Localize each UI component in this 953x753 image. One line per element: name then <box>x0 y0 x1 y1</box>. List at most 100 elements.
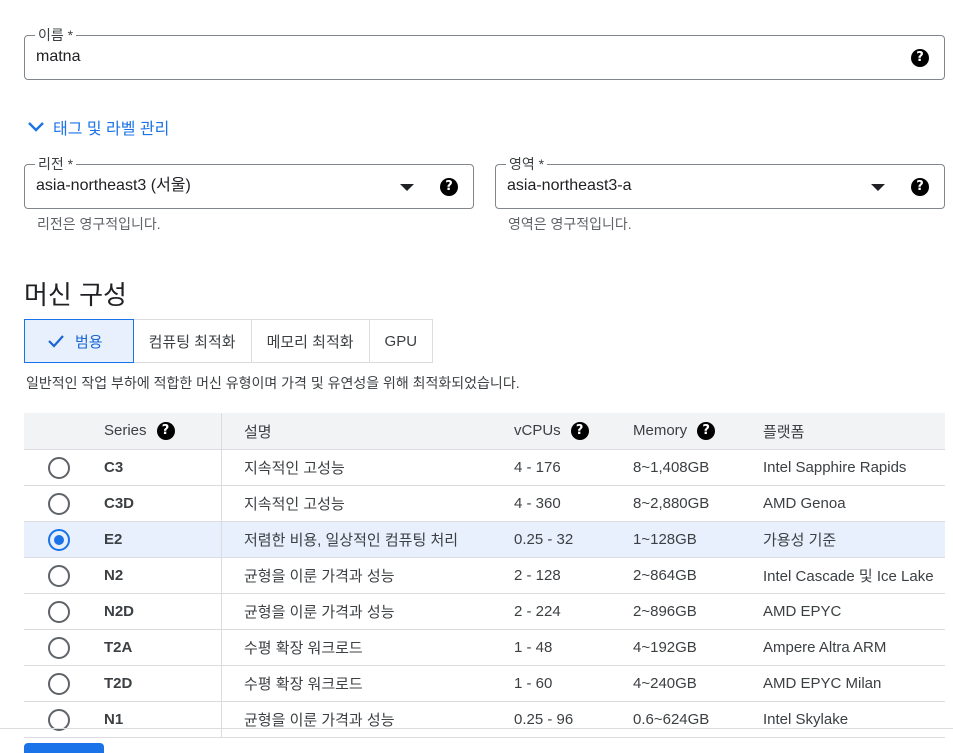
radio-button[interactable] <box>48 564 70 587</box>
series-cell: N2 <box>104 557 222 594</box>
tab-label: 메모리 최적화 <box>266 333 354 351</box>
platform-cell: AMD EPYC Milan <box>763 665 945 702</box>
memory-cell: 4~240GB <box>633 665 763 702</box>
platform-cell: 가용성 기준 <box>763 521 945 558</box>
vcpus-cell: 4 - 176 <box>514 449 633 486</box>
description-cell: 수평 확장 워크로드 <box>221 629 514 666</box>
divider <box>0 728 953 729</box>
table-row[interactable]: N1 균형을 이룬 가격과 성능 0.25 - 96 0.6~624GB Intel S… <box>24 701 945 738</box>
table-row[interactable]: C3 지속적인 고성능 4 - 176 8~1,408GB Intel Sapphire… <box>24 449 945 486</box>
memory-cell: 4~192GB <box>633 629 763 666</box>
platform-header: 플랫폼 <box>763 413 945 450</box>
dropdown-arrow-icon[interactable] <box>400 184 414 191</box>
series-header-label: Series <box>104 421 147 439</box>
help-icon[interactable]: ? <box>570 422 589 441</box>
radio-button[interactable] <box>48 492 70 515</box>
platform-cell: Intel Skylake <box>763 701 945 738</box>
region-value: asia-northeast3 (서울) <box>36 177 191 194</box>
platform-cell: Ampere Altra ARM <box>763 629 945 666</box>
series-header: Series? <box>104 413 222 450</box>
table-row[interactable]: E2 저렴한 비용, 일상적인 컴퓨팅 처리 0.25 - 32 1~128GB 가용성… <box>24 521 945 558</box>
radio-cell[interactable] <box>24 593 104 630</box>
series-cell: C3 <box>104 449 222 486</box>
tab-compute-optimized[interactable]: 컴퓨팅 최적화 <box>133 319 252 363</box>
description-cell: 저렴한 비용, 일상적인 컴퓨팅 처리 <box>221 521 514 558</box>
platform-cell: Intel Sapphire Rapids <box>763 449 945 486</box>
series-cell: E2 <box>104 521 222 558</box>
table-row[interactable]: C3D 지속적인 고성능 4 - 360 8~2,880GB AMD Genoa <box>24 485 945 522</box>
tab-memory-optimized[interactable]: 메모리 최적화 <box>251 319 370 363</box>
description-header: 설명 <box>221 413 514 450</box>
radio-button[interactable] <box>48 456 70 479</box>
vcpus-cell: 1 - 48 <box>514 629 633 666</box>
region-select[interactable]: 리전 * asia-northeast3 (서울) ? <box>24 155 474 209</box>
zone-select[interactable]: 영역 * asia-northeast3-a ? <box>495 155 945 209</box>
memory-header: Memory? <box>633 413 763 450</box>
radio-button[interactable] <box>48 636 70 659</box>
zone-hint: 영역은 영구적입니다. <box>508 216 632 232</box>
machine-family-tabs: 범용 컴퓨팅 최적화 메모리 최적화 GPU <box>24 319 434 363</box>
zone-value: asia-northeast3-a <box>507 177 632 194</box>
radio-button[interactable] <box>48 672 70 695</box>
help-icon[interactable]: ? <box>440 178 458 196</box>
description-header-label: 설명 <box>244 423 272 441</box>
name-field-value[interactable]: matna <box>36 47 80 67</box>
radio-cell[interactable] <box>24 629 104 666</box>
tab-label: 범용 <box>75 333 103 351</box>
radio-cell[interactable] <box>24 449 104 486</box>
platform-cell: AMD EPYC <box>763 593 945 630</box>
series-cell: C3D <box>104 485 222 522</box>
description-cell: 지속적인 고성능 <box>221 449 514 486</box>
chevron-down-icon <box>28 122 44 132</box>
memory-cell: 0.6~624GB <box>633 701 763 738</box>
radio-cell[interactable] <box>24 485 104 522</box>
dropdown-arrow-icon[interactable] <box>871 184 885 191</box>
help-icon[interactable]: ? <box>911 178 929 196</box>
region-label: 리전 * <box>35 155 77 173</box>
table-header-row: Series? 설명 vCPUs? Memory? 플랫폼 <box>24 413 945 450</box>
memory-cell: 8~1,408GB <box>633 449 763 486</box>
machine-family-description: 일반적인 작업 부하에 적합한 머신 유형이며 가격 및 유연성을 위해 최적화… <box>26 375 520 391</box>
table-row[interactable]: T2D 수평 확장 워크로드 1 - 60 4~240GB AMD EPYC Milan <box>24 665 945 702</box>
radio-cell[interactable] <box>24 701 104 738</box>
vcpus-cell: 2 - 128 <box>514 557 633 594</box>
memory-cell: 2~896GB <box>633 593 763 630</box>
table-row[interactable]: N2D 균형을 이룬 가격과 성능 2 - 224 2~896GB AMD EPYC <box>24 593 945 630</box>
series-cell: N2D <box>104 593 222 630</box>
zone-label: 영역 * <box>506 155 548 173</box>
help-icon[interactable]: ? <box>156 422 175 441</box>
radio-cell[interactable] <box>24 665 104 702</box>
tab-gpu[interactable]: GPU <box>369 319 434 363</box>
vcpus-header: vCPUs? <box>514 413 633 450</box>
memory-cell: 1~128GB <box>633 521 763 558</box>
tab-label: 컴퓨팅 최적화 <box>148 333 236 351</box>
primary-button[interactable] <box>24 743 104 753</box>
region-hint: 리전은 영구적입니다. <box>37 216 161 232</box>
vcpus-cell: 0.25 - 32 <box>514 521 633 558</box>
series-cell: T2A <box>104 629 222 666</box>
table-row[interactable]: T2A 수평 확장 워크로드 1 - 48 4~192GB Ampere Altra A… <box>24 629 945 666</box>
vcpus-header-label: vCPUs <box>514 421 561 439</box>
manage-tags-labels-label: 태그 및 라벨 관리 <box>53 121 170 138</box>
memory-header-label: Memory <box>633 421 688 439</box>
radio-cell[interactable] <box>24 557 104 594</box>
check-icon <box>48 335 64 348</box>
description-cell: 지속적인 고성능 <box>221 485 514 522</box>
series-cell: N1 <box>104 701 222 738</box>
platform-header-label: 플랫폼 <box>763 423 805 441</box>
description-cell: 수평 확장 워크로드 <box>221 665 514 702</box>
radio-cell[interactable] <box>24 521 104 558</box>
radio-button[interactable] <box>48 600 70 623</box>
memory-cell: 2~864GB <box>633 557 763 594</box>
radio-button[interactable] <box>48 528 70 551</box>
name-field[interactable]: 이름 * matna ? <box>24 26 945 80</box>
platform-cell: Intel Cascade 및 Ice Lake <box>763 557 945 594</box>
manage-tags-labels-link[interactable]: 태그 및 라벨 관리 <box>26 115 169 139</box>
tab-general-purpose[interactable]: 범용 <box>24 319 134 363</box>
help-icon[interactable]: ? <box>697 422 716 441</box>
help-icon[interactable]: ? <box>911 49 929 67</box>
vcpus-cell: 2 - 224 <box>514 593 633 630</box>
series-cell: T2D <box>104 665 222 702</box>
table-row[interactable]: N2 균형을 이룬 가격과 성능 2 - 128 2~864GB Intel Casca… <box>24 557 945 594</box>
vcpus-cell: 0.25 - 96 <box>514 701 633 738</box>
